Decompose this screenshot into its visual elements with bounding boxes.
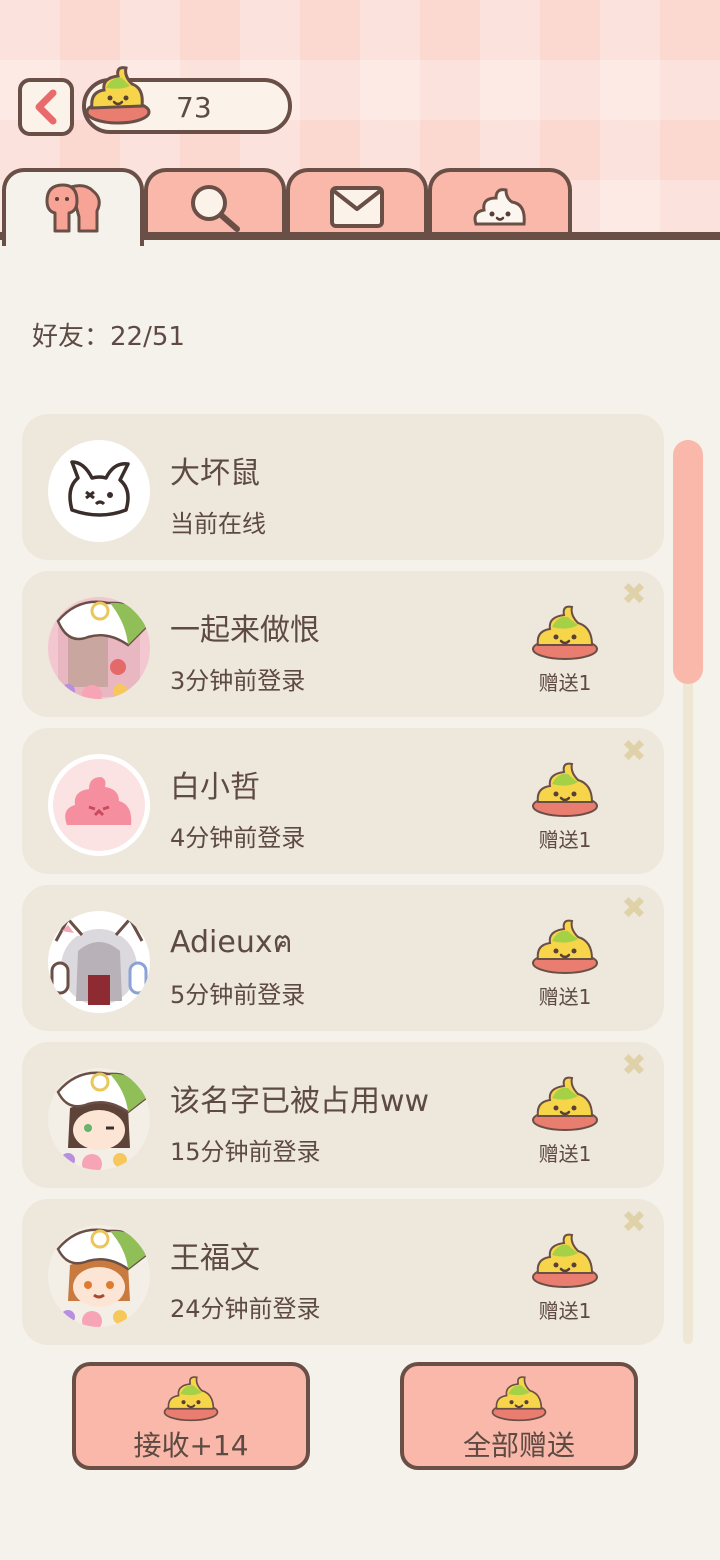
friend-name: 一起来做恨 [170,613,320,648]
friend-name: 白小哲 [170,770,260,805]
leaf-hat-avatar-icon [56,600,148,699]
remove-friend-icon[interactable]: ✖ [620,1208,648,1238]
friend-card[interactable]: Adieuxฅ 5分钟前登录 赠送1 ✖ [22,885,664,1031]
gift-button[interactable]: 赠送1 [530,1231,600,1324]
headphone-girl-icon [50,916,148,1005]
gift-button[interactable]: 赠送1 [530,1074,600,1167]
send-all-label: 全部赠送 [462,1429,575,1462]
friend-status: 15分钟前登录 [170,1138,321,1166]
back-button[interactable] [18,78,74,136]
leaf-hat-boy-icon [56,1228,148,1327]
friends-icon [45,183,101,233]
gift-button[interactable]: 赠送1 [530,917,600,1010]
receive-label: 接收+14 [133,1429,249,1462]
friend-status: 3分钟前登录 [170,667,306,695]
avatar[interactable] [48,440,150,542]
friend-name: 大坏鼠 [170,456,260,491]
receive-all-button[interactable]: 接收+14 [72,1362,310,1470]
gift-button[interactable]: 赠送1 [530,760,600,853]
remove-friend-icon[interactable]: ✖ [620,737,648,767]
friend-card[interactable]: 一起来做恨 3分钟前登录 赠送1 ✖ [22,571,664,717]
tab-friends[interactable] [2,168,144,246]
avatar[interactable] [48,1068,150,1170]
friend-name: 该名字已被占用ww [170,1084,430,1119]
pink-poop-icon [65,777,132,825]
poop-coin-icon [490,1374,548,1426]
poop-coin-icon [532,1233,598,1288]
currency-display: 73 [82,66,292,134]
back-arrow-icon [35,89,57,125]
poop-coin-icon [532,605,598,660]
gift-label: 赠送1 [538,985,592,1009]
send-all-button[interactable]: 全部赠送 [400,1362,638,1470]
scrollbar-thumb[interactable] [673,440,703,684]
poop-coin-icon [532,919,598,974]
poop-coin-icon [82,62,154,130]
avatar[interactable] [48,911,150,1013]
poop-coin-icon [162,1374,220,1426]
poop-coin-icon [532,1076,598,1131]
avatar[interactable] [48,754,150,856]
gift-label: 赠送1 [538,671,592,695]
friend-status: 4分钟前登录 [170,824,306,852]
poop-coin-icon [532,762,598,817]
search-icon [191,185,240,232]
currency-value: 73 [176,91,212,124]
friend-card[interactable]: 大坏鼠 当前在线 [22,414,664,560]
cloud-poop-icon [473,188,526,226]
friend-count: 好友：22/51 [32,322,185,352]
friend-card[interactable]: 王福文 24分钟前登录 赠送1 ✖ [22,1199,664,1345]
bunny-sketch-icon [68,460,130,517]
gift-label: 赠送1 [538,1142,592,1166]
avatar[interactable] [48,597,150,699]
friend-name: 王福文 [170,1241,260,1276]
remove-friend-icon[interactable]: ✖ [620,894,648,924]
friend-name: Adieuxฅ [170,925,293,960]
tab-cloud[interactable] [428,168,572,242]
remove-friend-icon[interactable]: ✖ [620,1051,648,1081]
friend-status: 当前在线 [170,510,266,538]
tab-mail[interactable] [286,168,428,242]
avatar[interactable] [48,1225,150,1327]
friend-card[interactable]: 白小哲 4分钟前登录 赠送1 ✖ [22,728,664,874]
friend-status: 24分钟前登录 [170,1295,321,1323]
gift-label: 赠送1 [538,1299,592,1323]
remove-friend-icon[interactable]: ✖ [620,580,648,610]
gift-label: 赠送1 [538,828,592,852]
gift-button[interactable]: 赠送1 [530,603,600,696]
friend-status: 5分钟前登录 [170,981,306,1009]
leaf-hat-girl-icon [56,1071,148,1170]
tab-search[interactable] [144,168,286,242]
mail-icon [330,186,384,228]
friend-card[interactable]: 该名字已被占用ww 15分钟前登录 赠送1 ✖ [22,1042,664,1188]
